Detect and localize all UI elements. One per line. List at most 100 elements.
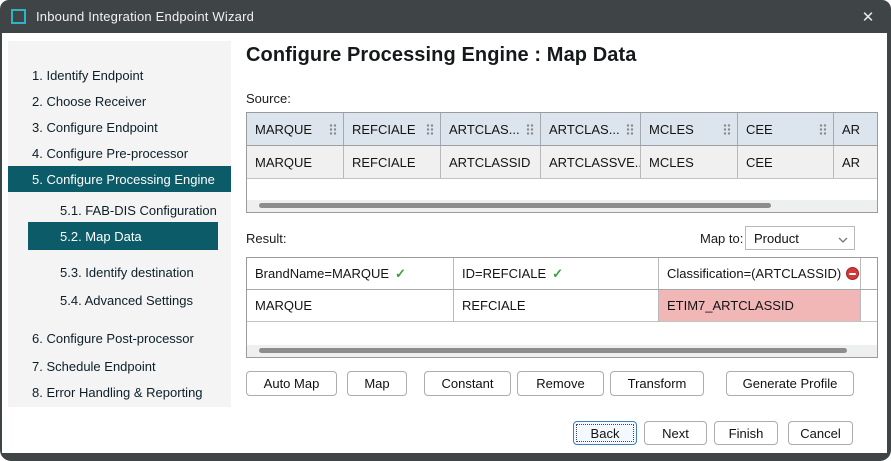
cell-value: ARTCLASSVE... <box>549 155 641 170</box>
wizard-window: Inbound Integration Endpoint Wizard ✕ 1.… <box>0 0 891 461</box>
sidebar-item-identify-destination[interactable]: 5.3. Identify destination <box>8 259 231 285</box>
sidebar-item-advanced-settings[interactable]: 5.4. Advanced Settings <box>8 287 231 313</box>
source-cell[interactable]: REFCIALE <box>344 146 441 179</box>
cell-value: AR <box>842 155 860 170</box>
sidebar-item-configure-post-processor[interactable]: 6. Configure Post-processor <box>8 325 231 351</box>
chevron-down-icon <box>838 231 848 246</box>
next-button[interactable]: Next <box>644 421 707 445</box>
dialog-body: 1. Identify Endpoint 2. Choose Receiver … <box>2 33 887 453</box>
blocked-icon <box>846 267 859 280</box>
column-label: ARTCLAS... <box>449 122 522 137</box>
back-button[interactable]: Back <box>573 421 637 445</box>
sidebar-item-configure-endpoint[interactable]: 3. Configure Endpoint <box>8 114 231 140</box>
cell-value: CEE <box>746 155 773 170</box>
result-cell-error[interactable]: ETIM7_ARTCLASSID <box>659 290 861 322</box>
sidebar-item-schedule-endpoint[interactable]: 7. Schedule Endpoint <box>8 353 231 379</box>
result-column-header-clipped[interactable] <box>861 258 878 290</box>
source-column-header[interactable]: ARTCLAS... <box>441 113 541 146</box>
result-cell[interactable]: MARQUE <box>247 290 454 322</box>
close-icon[interactable]: ✕ <box>845 0 891 33</box>
source-label: Source: <box>246 91 291 106</box>
column-label: REFCIALE <box>352 122 422 137</box>
sidebar-item-fab-dis-configuration[interactable]: 5.1. FAB-DIS Configuration <box>8 197 231 223</box>
result-cell[interactable]: REFCIALE <box>454 290 659 322</box>
sidebar-item-configure-pre-processor[interactable]: 4. Configure Pre-processor <box>8 140 231 166</box>
sidebar-item-label: 5. Configure Processing Engine <box>32 172 215 187</box>
source-horizontal-scrollbar[interactable] <box>247 200 877 212</box>
sidebar-item-label: 5.1. FAB-DIS Configuration <box>60 203 217 218</box>
column-menu-icon[interactable] <box>329 123 337 136</box>
result-table-row[interactable]: MARQUE REFCIALE ETIM7_ARTCLASSID <box>247 290 877 322</box>
screen: Inbound Integration Endpoint Wizard ✕ 1.… <box>0 0 891 461</box>
generate-profile-button[interactable]: Generate Profile <box>726 371 854 396</box>
source-cell[interactable]: CEE <box>738 146 834 179</box>
finish-button[interactable]: Finish <box>714 421 778 445</box>
result-column-header[interactable]: Classification=(ARTCLASSID) <box>659 258 861 290</box>
sidebar-item-label: 5.2. Map Data <box>60 229 142 244</box>
sidebar-item-map-data[interactable]: 5.2. Map Data <box>28 222 218 250</box>
check-icon: ✓ <box>395 266 406 282</box>
column-label: CEE <box>746 122 815 137</box>
sidebar-item-label: 6. Configure Post-processor <box>32 331 194 346</box>
cancel-button[interactable]: Cancel <box>788 421 853 445</box>
mapping-label: BrandName=MARQUE <box>255 266 389 281</box>
sidebar-item-label: 2. Choose Receiver <box>32 94 146 109</box>
cell-value: MARQUE <box>255 298 312 313</box>
source-column-header[interactable]: MARQUE <box>247 113 344 146</box>
source-table-row[interactable]: MARQUE REFCIALE ARTCLASSID ARTCLASSVE...… <box>247 146 877 179</box>
cell-value: REFCIALE <box>462 298 526 313</box>
map-to-select[interactable]: Product <box>745 226 855 250</box>
column-menu-icon[interactable] <box>526 123 534 136</box>
result-label: Result: <box>246 231 286 246</box>
result-cell-clipped[interactable] <box>861 290 878 322</box>
column-label: AR <box>842 122 872 137</box>
column-menu-icon[interactable] <box>626 123 634 136</box>
sidebar-item-label: 1. Identify Endpoint <box>32 68 143 83</box>
source-column-header[interactable]: CEE <box>738 113 834 146</box>
sidebar-item-label: 5.4. Advanced Settings <box>60 293 193 308</box>
cell-value: MCLES <box>649 155 694 170</box>
column-label: MARQUE <box>255 122 325 137</box>
source-column-header[interactable]: MCLES <box>641 113 738 146</box>
window-title: Inbound Integration Endpoint Wizard <box>36 9 254 24</box>
remove-button[interactable]: Remove <box>517 371 604 396</box>
result-horizontal-scrollbar[interactable] <box>247 345 877 357</box>
map-to-selected-value: Product <box>754 231 838 246</box>
sidebar-item-identify-endpoint[interactable]: 1. Identify Endpoint <box>8 62 231 88</box>
transform-button[interactable]: Transform <box>610 371 704 396</box>
source-column-header[interactable]: ARTCLAS... <box>541 113 641 146</box>
source-cell[interactable]: MCLES <box>641 146 738 179</box>
sidebar-item-label: 3. Configure Endpoint <box>32 120 158 135</box>
sidebar-item-label: 5.3. Identify destination <box>60 265 194 280</box>
map-to-label: Map to: <box>700 231 743 246</box>
constant-button[interactable]: Constant <box>424 371 511 396</box>
mapping-label: ID=REFCIALE <box>462 266 546 281</box>
result-table-header: BrandName=MARQUE ✓ ID=REFCIALE ✓ Classific… <box>247 258 877 290</box>
sidebar-item-configure-processing-engine[interactable]: 5. Configure Processing Engine <box>8 166 231 192</box>
source-cell[interactable]: ARTCLASSVE... <box>541 146 641 179</box>
source-column-header[interactable]: REFCIALE <box>344 113 441 146</box>
auto-map-button[interactable]: Auto Map <box>246 371 337 396</box>
result-column-header[interactable]: BrandName=MARQUE ✓ <box>247 258 454 290</box>
titlebar: Inbound Integration Endpoint Wizard ✕ <box>0 0 891 33</box>
check-icon: ✓ <box>552 266 563 282</box>
column-menu-icon[interactable] <box>723 123 731 136</box>
app-icon <box>11 9 26 24</box>
mapping-label: Classification=(ARTCLASSID) <box>667 266 841 281</box>
scrollbar-thumb[interactable] <box>259 203 771 208</box>
source-cell-clipped[interactable]: AR <box>834 146 878 179</box>
cell-value: ETIM7_ARTCLASSID <box>667 298 794 313</box>
source-table: MARQUE REFCIALE ARTCLAS... ARTCLAS... MC… <box>246 112 878 213</box>
scrollbar-thumb[interactable] <box>259 348 847 353</box>
column-menu-icon[interactable] <box>819 123 827 136</box>
map-button[interactable]: Map <box>347 371 407 396</box>
source-cell[interactable]: MARQUE <box>247 146 344 179</box>
source-column-header-clipped[interactable]: AR <box>834 113 878 146</box>
source-cell[interactable]: ARTCLASSID <box>441 146 541 179</box>
sidebar-item-label: 8. Error Handling & Reporting <box>32 385 203 400</box>
column-menu-icon[interactable] <box>426 123 434 136</box>
sidebar-item-error-handling-reporting[interactable]: 8. Error Handling & Reporting <box>8 379 231 405</box>
sidebar-item-choose-receiver[interactable]: 2. Choose Receiver <box>8 88 231 114</box>
column-label: MCLES <box>649 122 719 137</box>
result-column-header[interactable]: ID=REFCIALE ✓ <box>454 258 659 290</box>
